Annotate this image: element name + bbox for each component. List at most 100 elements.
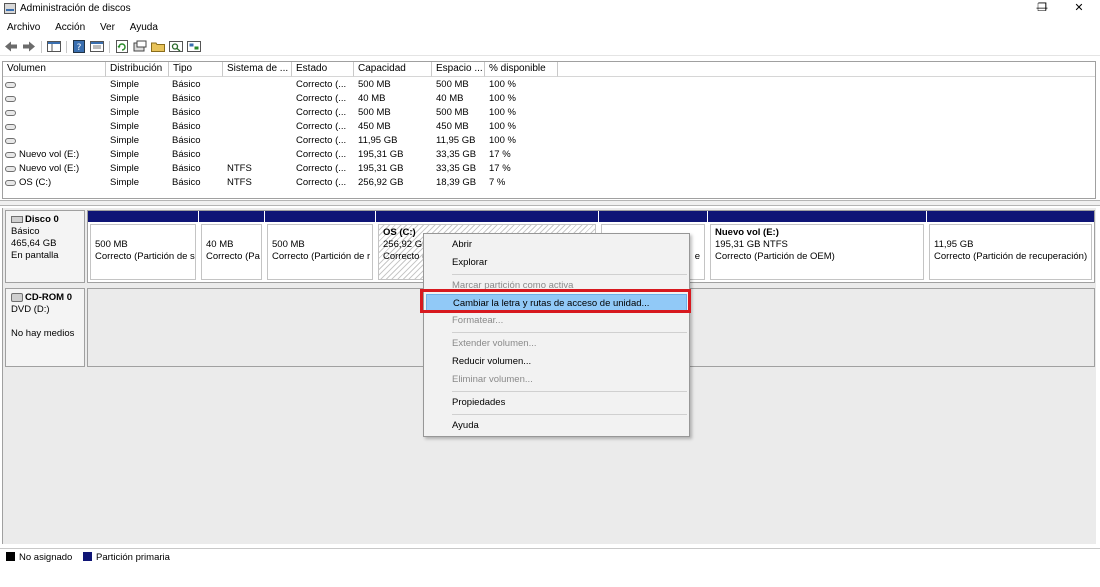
table-row[interactable]: Simple Básico Correcto (... 500 MB 500 M… (3, 106, 1095, 120)
partition-size: 500 MB (95, 239, 128, 250)
column-header-espacio-disponible[interactable]: Espacio ... (432, 62, 485, 77)
table-row[interactable]: Simple Básico Correcto (... 40 MB 40 MB … (3, 92, 1095, 106)
partition-body: 40 MB Correcto (Pa (201, 224, 262, 280)
table-row[interactable]: Nuevo vol (E:) Simple Básico Correcto (.… (3, 148, 1095, 162)
pane-splitter[interactable] (0, 200, 1100, 206)
column-header-porcentaje-disponible[interactable]: % disponible (485, 62, 558, 77)
forward-icon[interactable] (22, 40, 36, 53)
close-button[interactable]: ✕ (1056, 0, 1100, 18)
menu-ver[interactable]: Ver (93, 20, 120, 36)
partition-size: 195,31 GB NTFS (715, 239, 788, 250)
table-row[interactable]: Simple Básico Correcto (... 500 MB 500 M… (3, 78, 1095, 92)
cell-capacidad: 195,31 GB (358, 149, 404, 160)
menu-separator (452, 274, 687, 275)
column-header-distribucion[interactable]: Distribución (106, 62, 169, 77)
back-icon[interactable] (4, 40, 18, 53)
help-icon[interactable]: ? (72, 40, 86, 53)
volume-list[interactable]: Volumen Distribución Tipo Sistema de ...… (2, 61, 1096, 199)
cell-distribucion: Simple (110, 107, 140, 118)
partition-recovery[interactable]: 500 MB Correcto (Partición de r (265, 211, 375, 282)
primary-partition-swatch (83, 552, 92, 561)
disk-0-size: 465,64 GB (11, 238, 57, 249)
cell-porcentaje: 100 % (489, 79, 516, 90)
menu-item-explorar[interactable]: Explorar (426, 254, 687, 272)
open-folder-icon[interactable] (151, 40, 165, 53)
cell-volumen: Nuevo vol (E:) (19, 163, 80, 174)
cell-porcentaje: 100 % (489, 135, 516, 146)
toolbar-separator (66, 41, 67, 53)
column-header-estado[interactable]: Estado (292, 62, 354, 77)
menu-item-extender-volumen[interactable]: Extender volumen... (426, 335, 687, 353)
cell-distribucion: Simple (110, 93, 140, 104)
partition-nuevo-vol-e[interactable]: Nuevo vol (E:) 195,31 GB NTFS Correcto (… (708, 211, 926, 282)
menu-archivo[interactable]: Archivo (0, 20, 45, 36)
explore-icon[interactable] (169, 40, 183, 53)
disk-0-label[interactable]: Disco 0 Básico 465,64 GB En pantalla (5, 210, 85, 283)
disk-0-type: Básico (11, 226, 40, 237)
legend-bar: No asignado Partición primaria (0, 548, 1100, 568)
close-icon: ✕ (1074, 2, 1084, 14)
cell-tipo: Básico (172, 135, 201, 146)
cell-tipo: Básico (172, 163, 201, 174)
partition-status: Correcto (Partición de OEM) (715, 251, 835, 262)
column-header-sistema-de-archivos[interactable]: Sistema de ... (223, 62, 292, 77)
table-row[interactable]: Nuevo vol (E:) Simple Básico NTFS Correc… (3, 162, 1095, 176)
cell-estado: Correcto (... (296, 177, 347, 188)
cell-porcentaje: 7 % (489, 177, 506, 188)
partition-status: Correcto (Partición de recuperación) (934, 251, 1088, 262)
menu-item-eliminar-volumen[interactable]: Eliminar volumen... (426, 371, 687, 389)
menu-item-reducir-volumen[interactable]: Reducir volumen... (426, 353, 687, 371)
svg-text:?: ? (77, 43, 82, 53)
disk-0-name: Disco 0 (11, 214, 79, 226)
table-row[interactable]: OS (C:) Simple Básico NTFS Correcto (...… (3, 176, 1095, 190)
table-row[interactable]: Simple Básico Correcto (... 11,95 GB 11,… (3, 134, 1095, 148)
cdrom-0-label[interactable]: CD-ROM 0 DVD (D:) No hay medios (5, 288, 85, 367)
cell-volumen (19, 120, 105, 134)
menu-item-formatear[interactable]: Formatear... (426, 312, 687, 330)
cell-estado: Correcto (... (296, 121, 347, 132)
column-header-volumen[interactable]: Volumen (3, 62, 106, 77)
toolbar-separator (41, 41, 42, 53)
console-tree-icon[interactable] (47, 40, 61, 53)
partition-system[interactable]: 500 MB Correcto (Partición de s (88, 211, 198, 282)
cell-distribucion: Simple (110, 79, 140, 90)
cell-sistema (227, 120, 291, 134)
partition-bar (927, 211, 1094, 222)
refresh-icon[interactable] (115, 40, 129, 53)
cell-sistema (227, 134, 291, 148)
column-header-filler (558, 62, 1095, 77)
cell-distribucion: Simple (110, 135, 140, 146)
column-header-capacidad[interactable]: Capacidad (354, 62, 432, 77)
partition-msr[interactable]: 40 MB Correcto (Pa (199, 211, 264, 282)
menu-item-propiedades[interactable]: Propiedades (426, 394, 687, 412)
table-row[interactable]: Simple Básico Correcto (... 450 MB 450 M… (3, 120, 1095, 134)
cell-distribucion: Simple (110, 177, 140, 188)
partition-recovery-2[interactable]: 11,95 GB Correcto (Partición de recupera… (927, 211, 1094, 282)
menu-accion[interactable]: Acción (48, 20, 90, 36)
settings-icon[interactable] (187, 40, 201, 53)
volume-drive-icon (5, 180, 16, 186)
rescan-icon[interactable] (133, 40, 147, 53)
cell-tipo: Básico (172, 121, 201, 132)
cell-porcentaje: 17 % (489, 163, 511, 174)
cell-capacidad: 40 MB (358, 93, 386, 104)
menu-item-abrir[interactable]: Abrir (426, 236, 687, 254)
cell-sistema (227, 148, 291, 162)
hard-disk-icon (11, 216, 23, 223)
menu-separator (452, 391, 687, 392)
properties-icon[interactable] (90, 40, 104, 53)
cell-sistema (227, 78, 291, 92)
menu-ayuda[interactable]: Ayuda (123, 20, 163, 36)
cell-sistema: NTFS (227, 163, 252, 174)
cell-capacidad: 500 MB (358, 107, 391, 118)
column-header-tipo[interactable]: Tipo (169, 62, 223, 77)
cdrom-0-drive: DVD (D:) (11, 304, 50, 315)
cell-porcentaje: 100 % (489, 107, 516, 118)
partition-status: Correcto (Pa (206, 251, 260, 262)
volume-drive-icon (5, 96, 16, 102)
cell-estado: Correcto (... (296, 149, 347, 160)
cell-distribucion: Simple (110, 163, 140, 174)
partition-bar (265, 211, 375, 222)
cell-sistema: NTFS (227, 177, 252, 188)
menu-item-ayuda[interactable]: Ayuda (426, 417, 687, 435)
